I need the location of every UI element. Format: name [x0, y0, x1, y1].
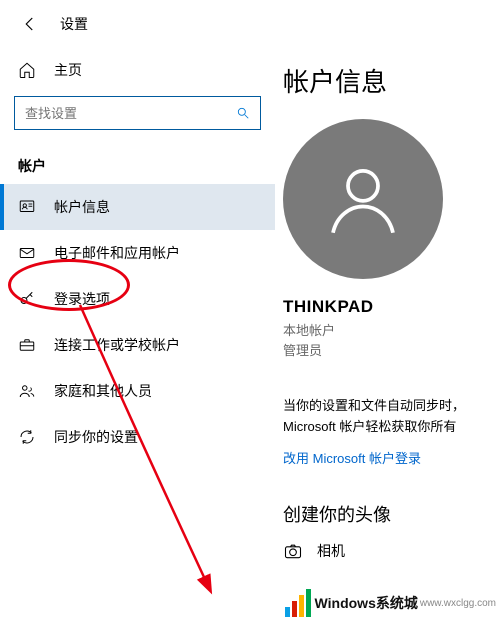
sync-description: 当你的设置和文件自动同步时，Microsoft 帐户轻松获取你所有 [283, 396, 500, 438]
home-link[interactable]: 主页 [0, 50, 275, 90]
watermark: Windows系统城 www.wxclgg.com [285, 589, 496, 617]
sidebar-item-sync[interactable]: 同步你的设置 [0, 414, 275, 460]
search-icon [236, 106, 250, 120]
sidebar-item-account-info[interactable]: 帐户信息 [0, 184, 275, 230]
watermark-url: www.wxclgg.com [420, 598, 496, 609]
sidebar: 主页 帐户 帐户信息 电子邮件和应用帐户 登录选项 [0, 44, 275, 561]
page-title: 帐户信息 [283, 62, 500, 99]
sidebar-item-label: 登录选项 [54, 289, 110, 309]
sync-icon [18, 428, 40, 446]
arrow-left-icon [21, 15, 39, 33]
search-box[interactable] [14, 96, 261, 130]
user-name: THINKPAD [283, 297, 500, 317]
account-info-icon [18, 198, 40, 216]
watermark-logo-icon [285, 589, 311, 617]
sidebar-item-label: 家庭和其他人员 [54, 381, 152, 401]
home-label: 主页 [54, 60, 82, 80]
camera-label: 相机 [317, 541, 345, 561]
sidebar-item-label: 连接工作或学校帐户 [54, 335, 180, 355]
user-role: 管理员 [283, 341, 500, 361]
user-icon [318, 154, 408, 244]
sidebar-item-email[interactable]: 电子邮件和应用帐户 [0, 230, 275, 276]
sidebar-item-label: 电子邮件和应用帐户 [54, 243, 180, 263]
section-header: 帐户 [0, 144, 275, 184]
back-button[interactable] [18, 12, 42, 36]
sidebar-item-signin-options[interactable]: 登录选项 [0, 276, 275, 322]
camera-option[interactable]: 相机 [283, 541, 500, 561]
sidebar-item-label: 帐户信息 [54, 197, 110, 217]
key-icon [18, 290, 40, 308]
create-avatar-heading: 创建你的头像 [283, 501, 500, 527]
user-type: 本地帐户 [283, 321, 500, 341]
avatar [283, 119, 443, 279]
sidebar-item-work-school[interactable]: 连接工作或学校帐户 [0, 322, 275, 368]
watermark-text: Windows系统城 [315, 593, 418, 613]
search-input[interactable] [25, 106, 236, 121]
mail-icon [18, 244, 40, 262]
sidebar-item-label: 同步你的设置 [54, 427, 138, 447]
home-icon [18, 61, 40, 79]
camera-icon [283, 541, 305, 561]
briefcase-icon [18, 336, 40, 354]
main-content: 帐户信息 THINKPAD 本地帐户 管理员 当你的设置和文件自动同步时，Mic… [275, 44, 500, 561]
people-icon [18, 382, 40, 400]
switch-to-microsoft-account-link[interactable]: 改用 Microsoft 帐户登录 [283, 448, 500, 467]
sidebar-item-family[interactable]: 家庭和其他人员 [0, 368, 275, 414]
window-title: 设置 [60, 14, 88, 34]
